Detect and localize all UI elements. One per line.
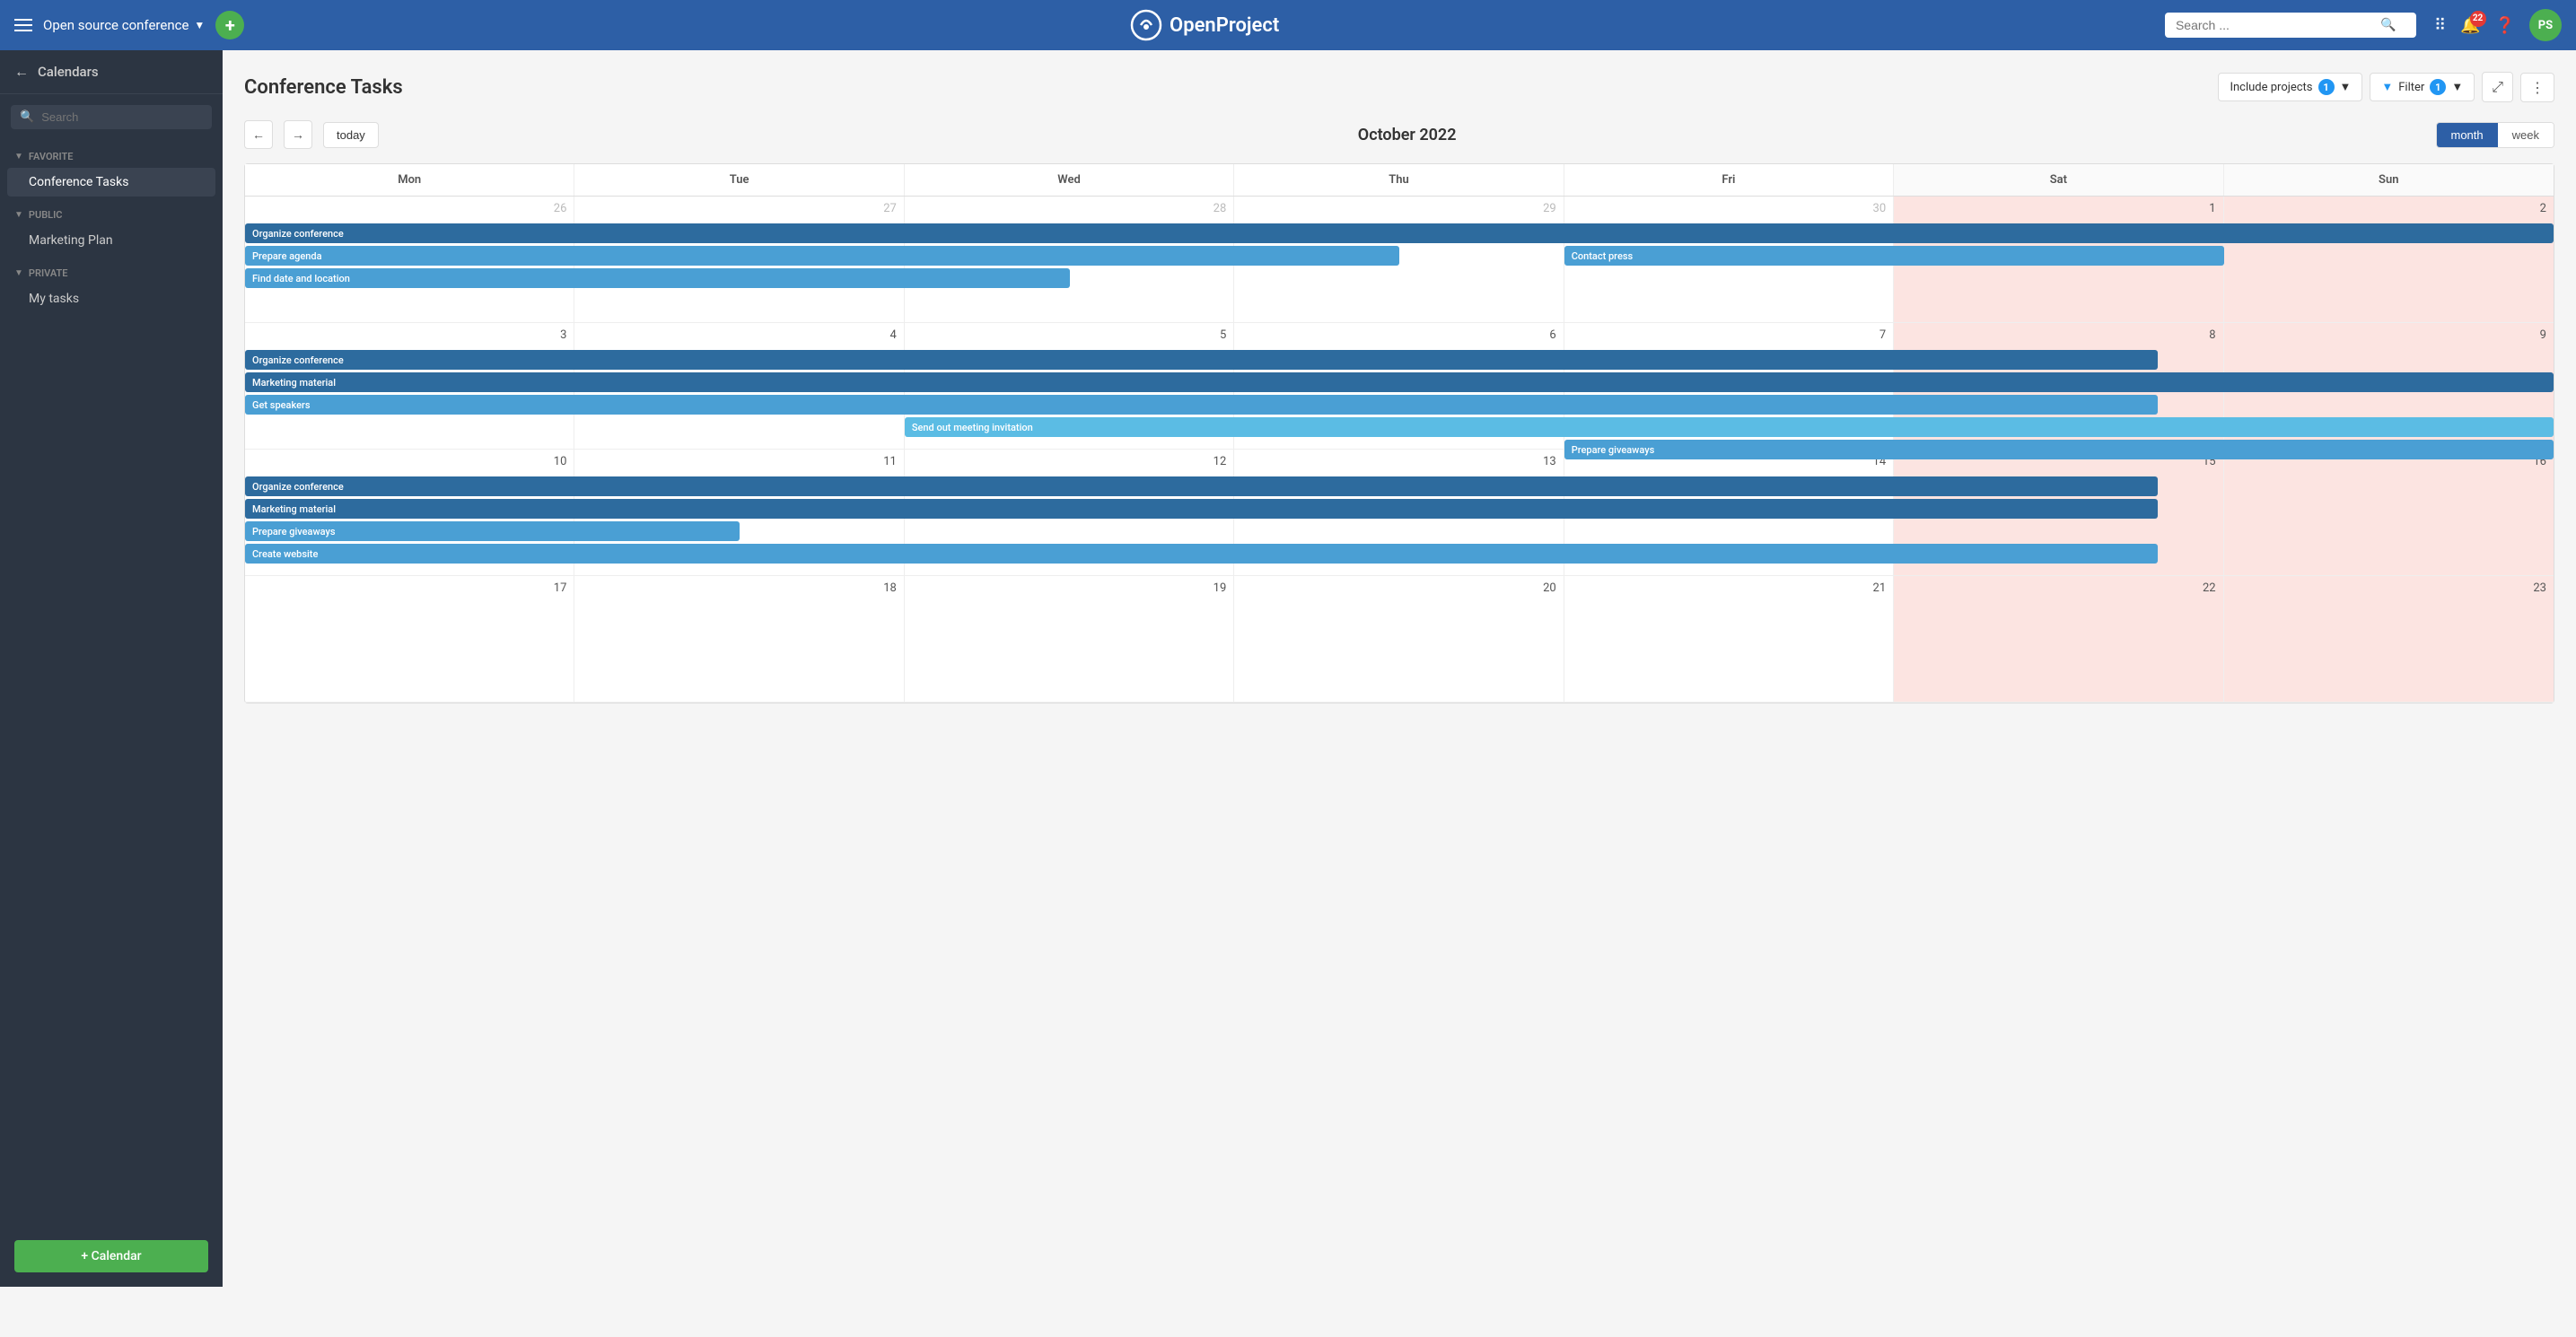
event-bar-1-2[interactable]: Get speakers: [245, 395, 2158, 415]
global-search-input[interactable]: [2176, 18, 2373, 32]
calendar-title: Conference Tasks: [244, 76, 403, 99]
event-bar-1-4[interactable]: Prepare giveaways: [1564, 440, 2554, 459]
help-icon[interactable]: ❓: [2495, 16, 2515, 35]
event-bar-2-0[interactable]: Organize conference: [245, 476, 2158, 496]
day-cell-2-6[interactable]: 16: [2224, 450, 2554, 575]
sidebar-item-my-tasks[interactable]: My tasks: [7, 284, 215, 313]
event-bar-1-0[interactable]: Organize conference: [245, 350, 2158, 370]
main-content: Conference Tasks Include projects 1 ▼ ▼ …: [223, 50, 2576, 1287]
sidebar-section-favorite: ▼ FAVORITE: [0, 140, 223, 166]
grid-icon[interactable]: ⠿: [2434, 16, 2446, 35]
view-toggle: month week: [2436, 122, 2555, 148]
filter-button[interactable]: ▼ Filter 1 ▼: [2370, 73, 2475, 101]
back-arrow-icon[interactable]: ←: [14, 63, 29, 81]
sidebar-search-icon: 🔍: [20, 110, 34, 124]
sidebar-item-marketing-plan[interactable]: Marketing Plan: [7, 226, 215, 255]
hamburger-menu[interactable]: [14, 19, 32, 31]
sidebar-section-public: ▼ PUBLIC: [0, 198, 223, 224]
header-fri: Fri: [1564, 164, 1894, 196]
chevron-down-icon-5: ▼: [2451, 80, 2463, 94]
month-view-button[interactable]: month: [2437, 123, 2498, 147]
event-bar-1-1[interactable]: Marketing material: [245, 372, 2554, 392]
sidebar-search-input[interactable]: [41, 110, 203, 124]
avatar[interactable]: PS: [2529, 9, 2562, 41]
include-projects-button[interactable]: Include projects 1 ▼: [2218, 73, 2362, 101]
day-cell-3-1[interactable]: 18: [574, 576, 904, 702]
week-view-button[interactable]: week: [2498, 123, 2554, 147]
sidebar-section-private: ▼ PRIVATE: [0, 257, 223, 283]
filter-icon: ▼: [2381, 80, 2393, 94]
sidebar-item-conference-tasks[interactable]: Conference Tasks: [7, 168, 215, 197]
header-wed: Wed: [905, 164, 1234, 196]
event-bar-2-2[interactable]: Prepare giveaways: [245, 521, 740, 541]
add-calendar-button[interactable]: + Calendar: [14, 1240, 208, 1272]
day-cell-3-4[interactable]: 21: [1564, 576, 1894, 702]
notification-badge: 22: [2470, 11, 2486, 27]
today-button[interactable]: today: [323, 122, 379, 148]
prev-month-button[interactable]: ←: [244, 120, 273, 149]
day-headers: Mon Tue Wed Thu Fri Sat Sun: [245, 164, 2554, 197]
header-sun: Sun: [2224, 164, 2554, 196]
day-cell-3-6[interactable]: 23: [2224, 576, 2554, 702]
sidebar-title: Calendars: [38, 64, 99, 80]
project-name[interactable]: Open source conference ▼: [43, 17, 205, 33]
fullscreen-button[interactable]: ⤢: [2482, 72, 2513, 102]
logo: OpenProject: [1130, 9, 1279, 41]
week-row-0: 262728293012Organize conferencePrepare a…: [245, 197, 2554, 323]
next-month-button[interactable]: →: [284, 120, 312, 149]
sidebar-section-favorite-label[interactable]: ▼ FAVORITE: [14, 151, 208, 162]
header-mon: Mon: [245, 164, 574, 196]
chevron-down-icon-3: ▼: [14, 268, 23, 278]
global-search-bar[interactable]: 🔍: [2165, 13, 2416, 38]
add-button[interactable]: +: [215, 11, 244, 39]
search-icon: 🔍: [2380, 18, 2396, 32]
event-bar-0-2[interactable]: Contact press: [1564, 246, 2224, 266]
event-bar-0-3[interactable]: Find date and location: [245, 268, 1070, 288]
include-projects-count: 1: [2318, 79, 2335, 95]
event-bar-0-1[interactable]: Prepare agenda: [245, 246, 1399, 266]
nav-icons: ⠿ 🔔 22 ❓ PS: [2434, 9, 2562, 41]
logo-text: OpenProject: [1170, 14, 1279, 37]
calendar-header: Conference Tasks Include projects 1 ▼ ▼ …: [244, 72, 2554, 102]
sidebar-section-public-label[interactable]: ▼ PUBLIC: [14, 209, 208, 221]
sidebar-search[interactable]: 🔍: [11, 105, 212, 129]
chevron-down-icon-4: ▼: [2340, 80, 2352, 94]
event-bar-1-3[interactable]: Send out meeting invitation: [905, 417, 2554, 437]
sidebar: ← Calendars 🔍 ▼ FAVORITE Conference Task…: [0, 50, 223, 1287]
sidebar-section-private-label[interactable]: ▼ PRIVATE: [14, 267, 208, 279]
day-cell-0-6[interactable]: 2: [2224, 197, 2554, 322]
sidebar-bottom: + Calendar: [0, 1226, 223, 1287]
top-nav: Open source conference ▼ + OpenProject 🔍…: [0, 0, 2576, 50]
header-thu: Thu: [1234, 164, 1564, 196]
header-sat: Sat: [1894, 164, 2223, 196]
chevron-down-icon-2: ▼: [14, 210, 23, 220]
logo-icon: [1130, 9, 1162, 41]
day-cell-3-0[interactable]: 17: [245, 576, 574, 702]
event-bar-2-3[interactable]: Create website: [245, 544, 2158, 564]
month-title: October 2022: [390, 126, 2425, 144]
header-tue: Tue: [574, 164, 904, 196]
calendar-nav: ← → today October 2022 month week: [244, 120, 2554, 149]
week-row-1: 3456789Organize conferenceMarketing mate…: [245, 323, 2554, 450]
day-cell-3-3[interactable]: 20: [1234, 576, 1564, 702]
notifications-icon[interactable]: 🔔 22: [2460, 16, 2480, 35]
week-row-3: 17181920212223: [245, 576, 2554, 703]
event-bar-2-1[interactable]: Marketing material: [245, 499, 2158, 519]
week-row-2: 10111213141516Organize conferenceMarketi…: [245, 450, 2554, 576]
calendar-body: 262728293012Organize conferencePrepare a…: [245, 197, 2554, 703]
more-options-button[interactable]: ⋮: [2520, 73, 2554, 102]
filter-count: 1: [2430, 79, 2446, 95]
day-cell-3-5[interactable]: 22: [1894, 576, 2223, 702]
chevron-down-icon: ▼: [14, 152, 23, 162]
project-chevron-icon: ▼: [194, 19, 205, 31]
day-cell-3-2[interactable]: 19: [905, 576, 1234, 702]
sidebar-resize-handle[interactable]: [219, 50, 223, 1287]
calendar-grid: Mon Tue Wed Thu Fri Sat Sun 262728293012…: [244, 163, 2554, 703]
event-bar-0-0[interactable]: Organize conference: [245, 223, 2554, 243]
